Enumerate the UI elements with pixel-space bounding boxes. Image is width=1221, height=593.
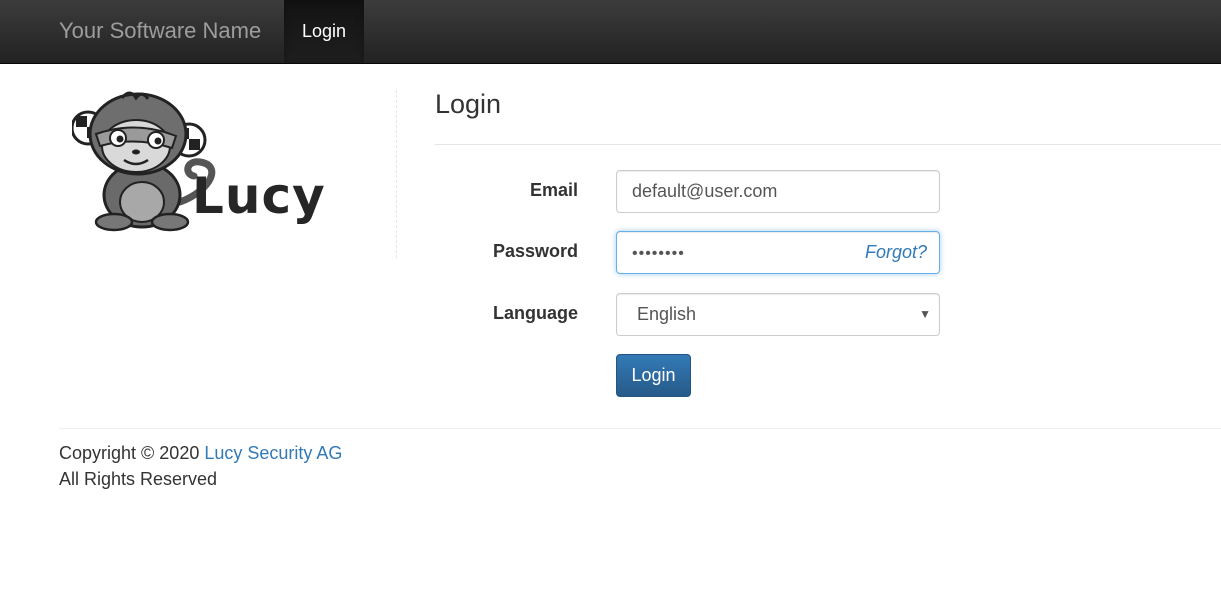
login-button[interactable]: Login — [616, 354, 691, 397]
company-link[interactable]: Lucy Security AG — [204, 443, 342, 463]
footer-divider — [59, 428, 1221, 429]
email-label: Email — [529, 180, 578, 200]
language-label: Language — [492, 303, 578, 323]
logo-wordmark: Lucy — [192, 167, 326, 225]
footer-copyright: Copyright © 2020 Lucy Security AG — [59, 443, 342, 464]
footer-rights: All Rights Reserved — [59, 469, 218, 489]
lucy-logo: Lucy — [70, 90, 332, 235]
column-divider — [396, 90, 397, 258]
nav-item-login[interactable]: Login — [284, 0, 364, 63]
password-label: Password — [492, 241, 578, 261]
password-value: •••••••• — [632, 245, 685, 262]
email-value: default@user.com — [632, 181, 778, 201]
email-field[interactable]: default@user.com — [616, 170, 940, 213]
language-select[interactable]: English ▼ — [616, 293, 940, 336]
title-divider — [435, 144, 1221, 145]
copyright-text: Copyright © 2020 — [59, 443, 200, 463]
language-selected-value: English — [637, 304, 697, 324]
top-navbar: Your Software Name Login — [0, 0, 1221, 64]
page-title: Login — [435, 89, 502, 119]
brand-name[interactable]: Your Software Name — [59, 18, 261, 44]
forgot-password-link[interactable]: Forgot? — [865, 232, 927, 273]
chevron-down-icon: ▼ — [919, 307, 931, 321]
password-field[interactable]: •••••••• Forgot? — [616, 231, 940, 274]
